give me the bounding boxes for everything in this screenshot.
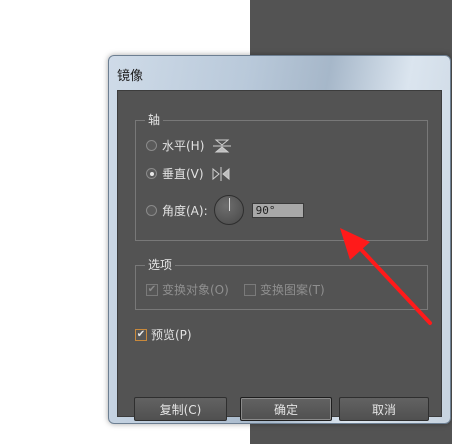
- annotation-arrow-icon: [340, 228, 432, 325]
